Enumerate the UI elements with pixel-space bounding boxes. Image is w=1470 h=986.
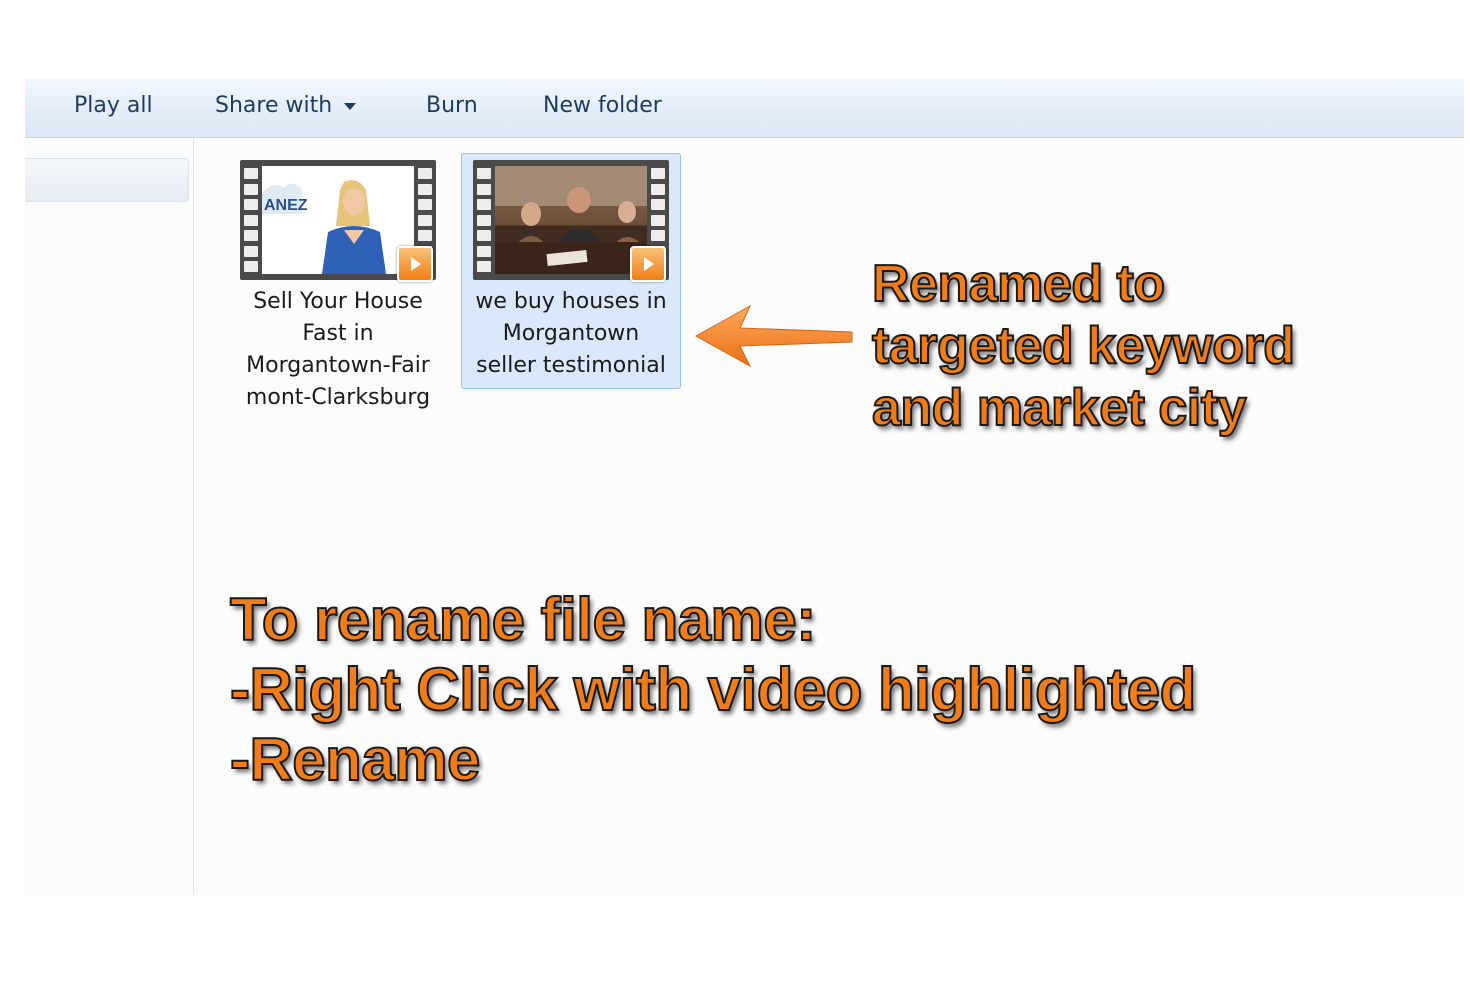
- video-frame: ANEZ: [262, 166, 414, 274]
- new-folder-button[interactable]: New folder: [543, 79, 662, 135]
- annotation-line: To rename file name:: [229, 585, 817, 654]
- instructions-annotation: To rename file name: -Right Click with v…: [229, 585, 1197, 795]
- play-all-button[interactable]: Play all: [74, 79, 153, 135]
- testimonial-thumbnail: [495, 166, 647, 274]
- film-sprockets-left: [477, 168, 491, 272]
- file-name-line: Sell Your House: [253, 289, 423, 314]
- film-sprockets-left: [244, 168, 258, 272]
- renamed-annotation: Renamed to targeted keyword and market c…: [871, 253, 1296, 439]
- annotation-line: Renamed to: [871, 254, 1166, 314]
- file-name-line: Morgantown-Fair: [246, 353, 430, 378]
- file-name: we buy houses in Morgantown seller testi…: [462, 286, 680, 386]
- file-name-line: we buy houses in: [475, 289, 667, 314]
- file-item-we-buy-houses[interactable]: we buy houses in Morgantown seller testi…: [461, 153, 681, 389]
- annotation-line: targeted keyword: [871, 316, 1296, 376]
- share-with-label: Share with: [215, 93, 333, 118]
- video-play-icon: [397, 246, 433, 282]
- video-play-icon: [630, 246, 666, 282]
- video-thumbnail: ANEZ: [240, 160, 436, 282]
- annotation-line: -Rename: [229, 725, 481, 794]
- file-name: Sell Your House Fast in Morgantown-Fair …: [229, 286, 447, 418]
- annotation-line: and market city: [871, 378, 1247, 438]
- file-name-line: Morgantown: [502, 321, 640, 346]
- file-name-line: Fast in: [302, 321, 374, 346]
- video-frame: [495, 166, 647, 274]
- annotation-arrow-icon: [694, 304, 853, 368]
- file-name-line: mont-Clarksburg: [245, 385, 431, 410]
- command-toolbar: Play all Share with Burn New folder: [25, 79, 1464, 138]
- annotation-line: -Right Click with video highlighted: [229, 655, 1197, 724]
- chevron-down-icon: [344, 102, 357, 110]
- file-name-line: seller testimonial: [476, 353, 666, 378]
- navigation-pane: [25, 138, 194, 895]
- presenter-thumbnail: ANEZ: [262, 180, 386, 274]
- video-thumbnail: [473, 160, 669, 282]
- share-with-button[interactable]: Share with: [215, 79, 357, 135]
- nav-selected-item[interactable]: [25, 158, 189, 202]
- file-item-sell-your-house[interactable]: ANEZ Sell Your House Fast in Morgantown-…: [228, 153, 448, 419]
- burn-button[interactable]: Burn: [426, 79, 478, 135]
- thumbnail-logo: ANEZ: [264, 197, 308, 214]
